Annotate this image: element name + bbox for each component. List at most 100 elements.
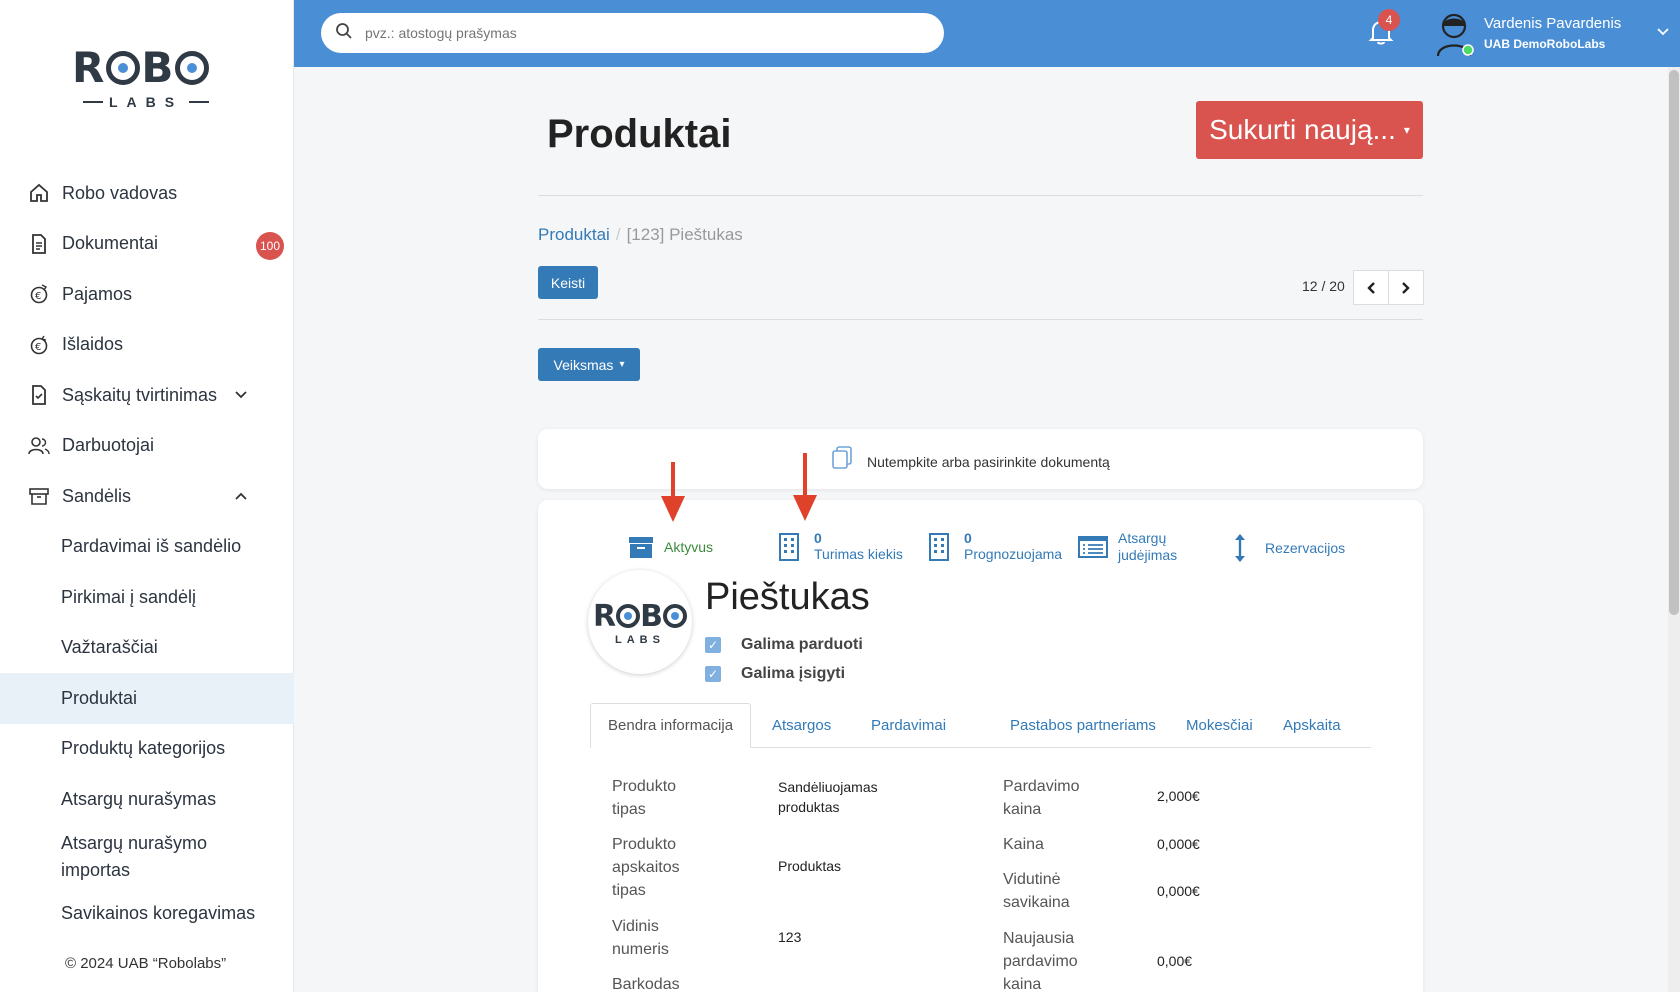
chevron-up-icon[interactable] [234,488,248,504]
field-label-average-cost: Vidutinė savikaina [1003,871,1070,911]
sidebar-subitem-vaztarasciai[interactable]: Važtaraščiai [0,623,294,674]
sidebar-subitem-pirkimai-i-sandeli[interactable]: Pirkimai į sandėlį [0,572,294,623]
chevron-right-icon [1402,281,1410,294]
home-icon [28,182,50,204]
user-company: UAB DemoRoboLabs [1484,37,1606,51]
field-label-sale-price: Pardavimo kaina [1003,778,1080,818]
breadcrumb-link-produktai[interactable]: Produktai [538,225,610,244]
field-label-accounting-type: Produkto apskaitos tipas [612,836,680,899]
field-value-internal-number: 123 [778,929,802,945]
documents-icon [831,446,853,475]
sidebar-subitem-atsargu-nurasymas[interactable]: Atsargų nurašymas [0,774,294,825]
logo-wordmark: RB [72,46,220,90]
tab-apskaita[interactable]: Apskaita [1283,703,1341,748]
logo-subtitle: LABS [72,94,220,110]
sidebar-subitem-atsargu-nurasymo-importas[interactable]: Atsargų nurašymo importas [0,825,230,889]
tab-mokesciai[interactable]: Mokesčiai [1186,703,1253,748]
field-label-latest-sale-price: Naujausia pardavimo kaina [1003,930,1078,992]
employees-icon [28,435,50,457]
invoice-approve-icon [28,384,50,406]
stock-quantity-button[interactable]: 0 Turimas kiekis [778,530,903,563]
field-label-price: Kaina [1003,836,1044,853]
sidebar-item-islaidos[interactable]: € Išlaidos [0,320,294,371]
sidebar-item-robo-vadovas[interactable]: Robo vadovas [0,168,294,219]
documents-count-badge: 100 [256,231,284,260]
breadcrumb: Produktai / [123] Pieštukas [538,225,743,244]
sidebar-item-label: Pajamos [62,283,133,304]
field-value-accounting-type: Produktas [778,858,842,874]
page-title: Produktai [547,112,732,156]
warehouse-icon [28,485,50,507]
product-card: Aktyvus 0 Turimas kiekis 0 Prognozuojama A… [538,500,1423,992]
tab-pardavimai[interactable]: Pardavimai [871,703,946,748]
chevron-left-icon [1367,281,1375,294]
product-name: Pieštukas [705,576,870,618]
caret-down-icon: ▾ [1403,123,1410,137]
scrollbar-thumb[interactable] [1669,70,1679,615]
robolabs-logo[interactable]: RB LABS [72,46,220,122]
annotation-arrow-head [793,495,817,521]
list-card-icon [1078,536,1108,558]
breadcrumb-current: [123] Pieštukas [626,225,743,244]
can-buy-row: ✓ Galima įsigyti [705,665,845,683]
field-value-product-type: Sandėliuojamas produktas [778,779,878,815]
sidebar-item-sandelis[interactable]: Sandėlis [0,471,294,522]
caret-down-icon: ▾ [619,359,625,370]
user-avatar-icon[interactable] [1434,10,1478,58]
sidebar-item-pajamos[interactable]: € Pajamos [0,269,294,320]
sidebar-item-label: Dokumentai [62,233,159,254]
field-label-internal-number: Vidinis numeris [612,918,669,958]
sidebar-subitem-produktu-kategorijos[interactable]: Produktų kategorijos [0,724,294,775]
product-image[interactable]: RB LABS [588,570,692,674]
sidebar-item-label: Išlaidos [62,334,124,355]
field-value-latest-sale-price: 0,00€ [1157,953,1193,969]
sidebar-item-label: Sąskaitų tvirtinimas [62,384,218,405]
annotation-arrow-head [661,496,685,522]
product-tabs: Bendra informacija Atsargos Pardavimai P… [590,703,1371,748]
annotation-arrow-shaft [671,462,675,498]
reservations-button[interactable]: Rezervacijos [1233,533,1345,563]
topbar: 4 Vardenis Pavardenis UAB DemoRoboLabs [294,0,1680,67]
notifications-badge: 4 [1378,9,1400,31]
forecast-quantity-button[interactable]: 0 Prognozuojama [928,530,1062,563]
action-dropdown-button[interactable]: Veiksmas ▾ [538,348,640,381]
dropzone-text: Nutempkite arba pasirinkite dokumentą [867,454,1110,470]
sidebar-item-darbuotojai[interactable]: Darbuotojai [0,421,294,472]
expense-icon: € [28,334,50,356]
next-record-button[interactable] [1388,270,1424,305]
pager-counter: 12 / 20 [1302,278,1345,294]
tab-pastabos-partneriams[interactable]: Pastabos partneriams [1010,703,1156,748]
search-input[interactable] [365,25,865,41]
chevron-down-icon[interactable] [234,387,248,403]
document-icon [28,233,50,255]
divider [538,319,1423,320]
sidebar-item-saskaitu-tvirtinimas[interactable]: Sąskaitų tvirtinimas [0,370,294,421]
edit-button[interactable]: Keisti [538,266,598,299]
chevron-down-icon[interactable] [1656,24,1670,40]
previous-record-button[interactable] [1353,270,1389,305]
sidebar-subitem-produktai[interactable]: Produktai [0,673,294,724]
building-icon [929,532,949,561]
can-sell-checkbox[interactable]: ✓ [705,637,721,653]
building-icon [779,532,799,561]
sidebar-item-label: Darbuotojai [62,435,155,456]
search-box[interactable] [321,13,944,53]
can-buy-checkbox[interactable]: ✓ [705,666,721,682]
income-icon: € [28,283,50,305]
tab-bendra-informacija[interactable]: Bendra informacija [590,703,752,748]
field-value-average-cost: 0,000€ [1157,883,1200,899]
vertical-arrows-icon [1235,534,1245,562]
sidebar-item-label: Sandėlis [62,485,132,506]
sidebar-item-dokumentai[interactable]: Dokumentai 100 [0,219,294,270]
field-value-sale-price: 2,000€ [1157,788,1200,804]
tab-atsargos[interactable]: Atsargos [772,703,831,748]
sidebar: RB LABS Robo vadovas Dokumentai 100 € Pa… [0,0,294,992]
sidebar-subitem-pardavimai-is-sandelio[interactable]: Pardavimai iš sandėlio [0,522,294,573]
active-status-button[interactable]: Aktyvus [628,535,713,559]
sidebar-subitem-savikainos-koregavimas[interactable]: Savikainos koregavimas [0,889,294,940]
user-name[interactable]: Vardenis Pavardenis [1484,15,1621,32]
annotation-arrow-shaft [803,453,807,497]
stock-movement-button[interactable]: Atsargų judėjimas [1078,530,1177,564]
field-value-price: 0,000€ [1157,836,1200,852]
create-new-button[interactable]: Sukurti naują... ▾ [1196,101,1423,159]
